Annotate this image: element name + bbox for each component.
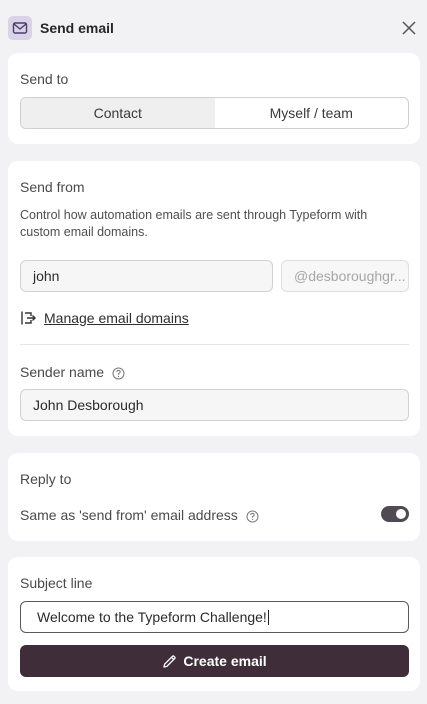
manage-email-domains-link[interactable]: Manage email domains [20,310,189,326]
send-to-card: Send to Contact Myself / team [8,53,420,144]
create-email-label: Create email [183,653,267,669]
envelope-icon [8,16,32,40]
panel-header: Send email [0,0,427,56]
send-to-label: Send to [20,71,69,87]
subject-line-label: Subject line [20,575,93,591]
help-icon[interactable] [246,510,259,523]
same-as-send-from-label: Same as 'send from' email address [20,507,259,523]
help-icon[interactable] [112,367,125,380]
send-to-contact-option[interactable]: Contact [21,98,215,128]
subject-line-value: Welcome to the Typeform Challenge! [37,609,267,625]
sender-username-input[interactable]: john [20,260,273,292]
toggle-knob [396,509,406,519]
external-open-icon [21,311,36,325]
panel-title: Send email [40,20,114,36]
subject-line-input[interactable]: Welcome to the Typeform Challenge! [20,601,409,633]
section-divider [20,344,409,345]
reply-to-card: Reply to Same as 'send from' email addre… [8,453,420,541]
sender-name-input[interactable]: John Desborough [20,389,409,421]
manage-email-domains-label: Manage email domains [44,310,189,326]
same-as-send-from-text: Same as 'send from' email address [20,507,238,523]
send-to-myself-team-option[interactable]: Myself / team [215,98,409,128]
send-to-segmented-control: Contact Myself / team [20,97,409,129]
sender-domain-select[interactable]: @desboroughgr... [281,260,409,292]
pencil-icon [163,654,177,668]
reply-to-same-toggle[interactable] [381,506,409,522]
subject-line-card: Subject line Welcome to the Typeform Cha… [8,557,420,691]
create-email-button[interactable]: Create email [20,645,409,677]
text-caret [267,609,269,625]
reply-to-label: Reply to [20,471,72,487]
close-icon [402,21,416,35]
close-button[interactable] [399,18,419,38]
send-from-label: Send from [20,179,85,195]
send-from-card: Send from Control how automation emails … [8,161,420,436]
sender-name-label: Sender name [20,364,125,380]
send-from-description: Control how automation emails are sent t… [20,208,368,239]
sender-name-label-text: Sender name [20,364,105,380]
